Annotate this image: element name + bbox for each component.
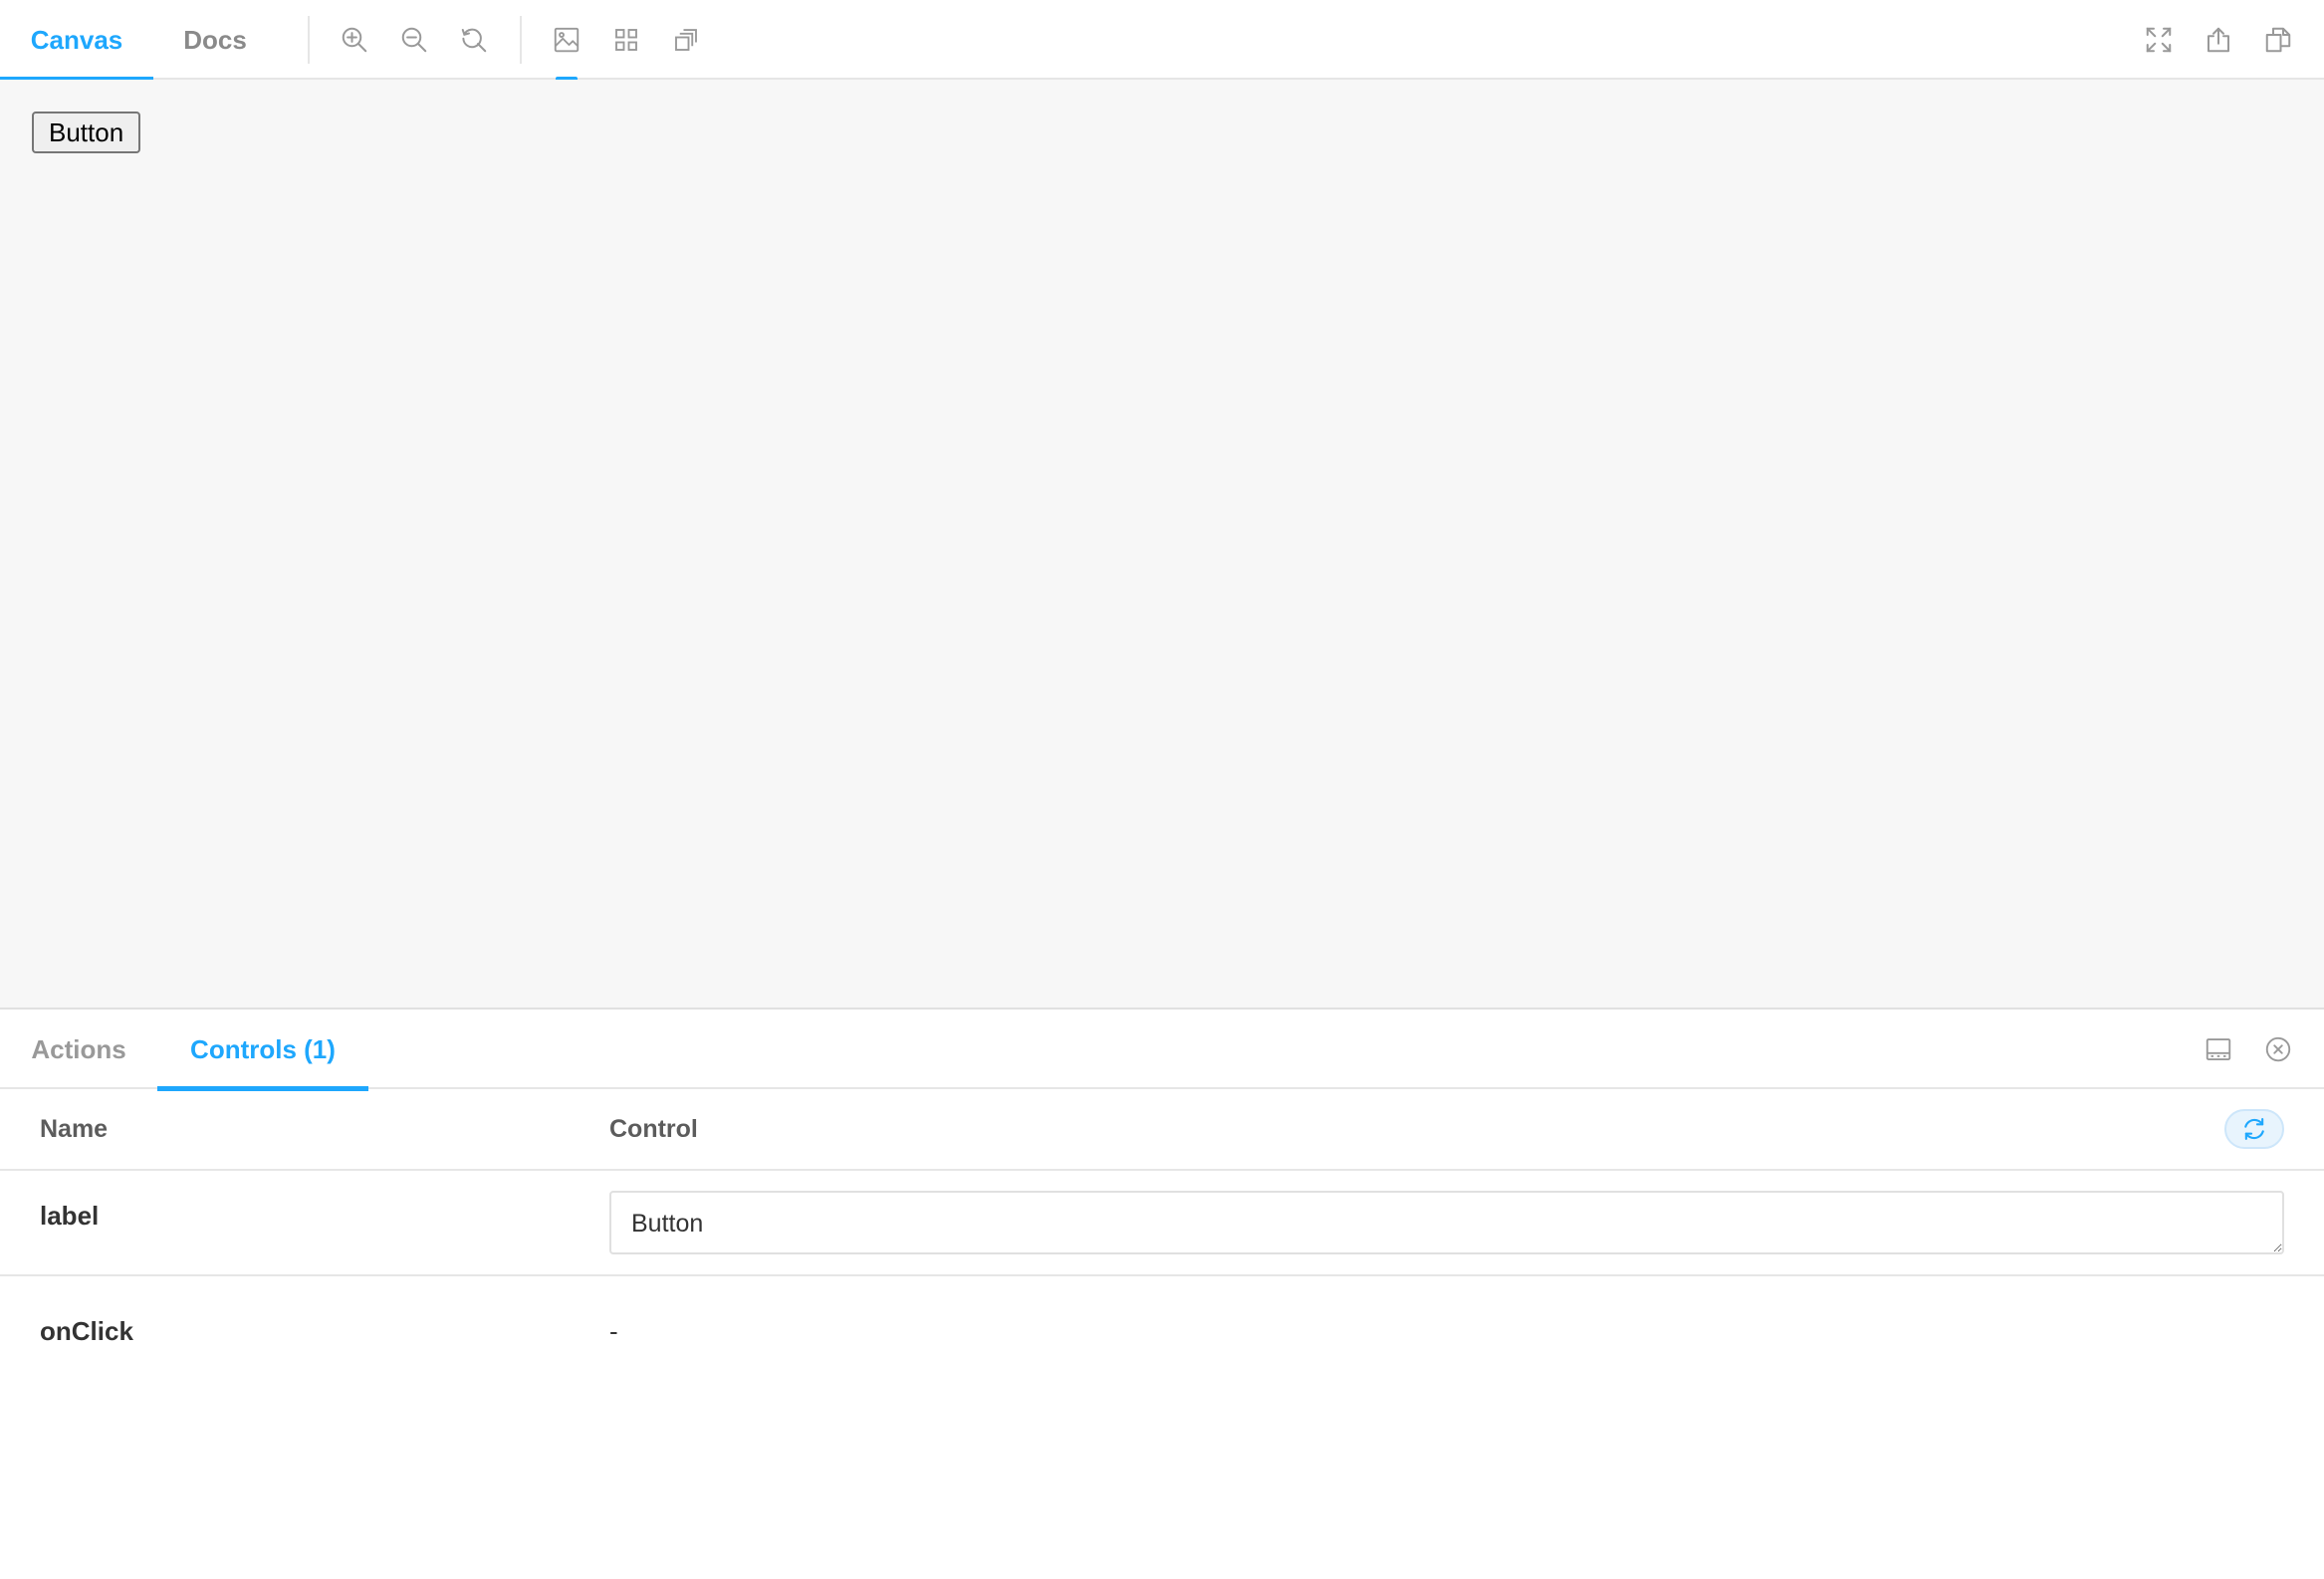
refresh-icon [2244, 1118, 2264, 1140]
args-table-header: Name Control [0, 1089, 2324, 1171]
panel-tab-bar: Actions Controls (1) [0, 1010, 2324, 1091]
toolbar-divider [308, 16, 310, 64]
panel-orientation-icon [2206, 1038, 2231, 1060]
tab-actions-label: Actions [31, 1033, 126, 1064]
zoom-reset-icon [461, 28, 487, 53]
tab-docs-label: Docs [183, 24, 247, 55]
tab-controls[interactable]: Controls (1) [157, 1010, 368, 1091]
addons-panel: Actions Controls (1) Name Control label … [0, 1008, 2324, 1579]
background-button[interactable] [547, 20, 586, 82]
story-button[interactable]: Button [32, 112, 141, 153]
fullscreen-icon [2146, 27, 2172, 53]
share-icon [2208, 27, 2229, 53]
tab-docs[interactable]: Docs [153, 0, 277, 80]
close-panel-button[interactable] [2260, 1031, 2296, 1067]
zoom-in-icon [342, 27, 367, 53]
column-header-control: Control [609, 1114, 698, 1143]
tab-canvas[interactable]: Canvas [0, 0, 153, 82]
table-row: label Button [0, 1171, 2324, 1276]
zoom-out-icon [401, 27, 427, 53]
reset-controls-button[interactable] [2224, 1109, 2284, 1149]
viewport-icon [675, 29, 697, 51]
close-icon [2265, 1036, 2291, 1062]
toolbar-divider [520, 16, 522, 64]
tab-controls-label: Controls (1) [190, 1033, 336, 1064]
top-toolbar: Canvas Docs [0, 0, 2324, 82]
tab-actions[interactable]: Actions [0, 1010, 157, 1089]
story-canvas: Button [0, 80, 2324, 1008]
zoom-reset-button[interactable] [454, 20, 494, 60]
panel-orientation-button[interactable] [2201, 1031, 2236, 1067]
grid-icon [615, 29, 637, 51]
tab-canvas-label: Canvas [30, 24, 123, 55]
copy-icon [2265, 27, 2291, 53]
label-text-input[interactable]: Button [609, 1191, 2284, 1254]
copy-link-button[interactable] [2258, 20, 2298, 60]
viewport-button[interactable] [666, 20, 706, 60]
grid-button[interactable] [606, 20, 646, 60]
table-row: onClick - [0, 1276, 2324, 1380]
background-icon [554, 27, 580, 53]
zoom-in-button[interactable] [335, 20, 374, 60]
share-button[interactable] [2199, 20, 2238, 60]
arg-name: label [40, 1201, 100, 1231]
fullscreen-button[interactable] [2139, 20, 2179, 60]
column-header-name: Name [40, 1114, 109, 1143]
onclick-control-value: - [609, 1316, 618, 1346]
arg-name: onClick [40, 1316, 133, 1346]
zoom-out-button[interactable] [394, 20, 434, 60]
